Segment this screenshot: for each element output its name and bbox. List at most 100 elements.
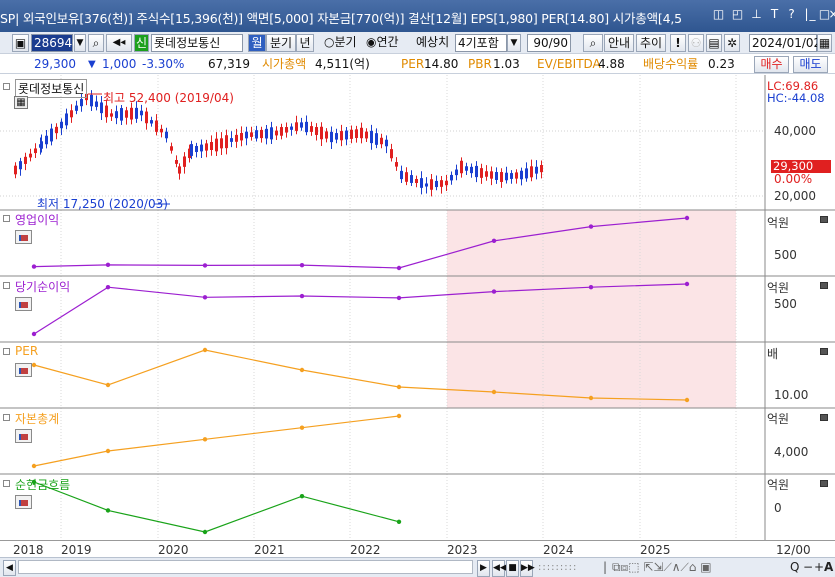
pane-settings-icon[interactable]	[15, 429, 32, 443]
window-icon-b[interactable]: ◰	[731, 7, 744, 21]
candle-body	[215, 138, 218, 152]
window-icon-a[interactable]: ◫	[712, 7, 725, 21]
x-label: 2018	[13, 543, 44, 557]
data-point	[202, 347, 208, 353]
ev-ebitda-label: EV/EBITDA	[537, 57, 601, 71]
x-label: 2019	[61, 543, 92, 557]
radio-quarter[interactable]: ○분기	[324, 34, 357, 52]
buy-button[interactable]: 매수	[754, 56, 789, 73]
pane-settings-icon[interactable]	[15, 230, 32, 244]
play-icon[interactable]: ▶▶	[520, 560, 535, 577]
candle-body	[520, 170, 523, 180]
info-button[interactable]: 안내	[604, 34, 634, 52]
candle-body	[470, 166, 473, 174]
candle-body	[350, 129, 353, 139]
search-icon[interactable]: ⌕	[88, 34, 104, 52]
candle-body	[34, 148, 37, 154]
stock-name-field[interactable]: 롯데정보통신	[151, 34, 243, 52]
layout-icon[interactable]: ▣	[12, 34, 29, 52]
scroll-right-icon[interactable]: ▶	[477, 560, 490, 577]
pbr-value: 1.03	[493, 57, 520, 71]
alert-icon[interactable]: !	[670, 34, 686, 52]
date-field[interactable]: 2024/01/02	[749, 34, 821, 52]
plus-icon[interactable]: +	[814, 560, 824, 575]
scrollbar-track[interactable]	[18, 560, 473, 574]
pane-marker[interactable]	[3, 83, 10, 90]
candle-body	[445, 180, 448, 186]
glasses-icon[interactable]: ⚇	[688, 34, 704, 52]
series-line	[33, 415, 400, 467]
x-label: 2021	[254, 543, 285, 557]
first-icon[interactable]: ◀◀	[492, 560, 507, 577]
pane-collapse-icon[interactable]	[820, 414, 828, 421]
candle-body	[485, 171, 488, 177]
code-dropdown-icon[interactable]: ▼	[74, 34, 86, 52]
candle-body	[165, 131, 168, 139]
trend-button[interactable]: 추이	[636, 34, 666, 52]
data-point	[396, 384, 402, 390]
candle-body	[505, 172, 508, 181]
candle-body	[90, 94, 93, 107]
pane-settings-icon[interactable]	[15, 363, 32, 377]
tab-month[interactable]: 월	[248, 34, 266, 52]
pane-settings-icon[interactable]	[15, 495, 32, 509]
pane-marker[interactable]	[3, 480, 10, 487]
pane-settings-icon[interactable]	[15, 297, 32, 311]
candle-body	[80, 99, 83, 107]
pane-unit: 억원	[767, 281, 790, 295]
per-value: 14.80	[424, 57, 459, 71]
new-stock-badge[interactable]: 신	[134, 34, 149, 52]
tab-year[interactable]: 년	[296, 34, 314, 52]
forecast-shade	[447, 210, 736, 408]
stop-icon[interactable]: ■	[506, 560, 519, 577]
chart-canvas[interactable]	[0, 75, 835, 540]
pane-collapse-icon[interactable]	[820, 282, 828, 289]
zoom-slider[interactable]: :::::::::	[538, 560, 577, 575]
stock-code-input[interactable]: 286940	[31, 34, 80, 52]
pane-marker[interactable]	[3, 414, 10, 421]
candle-body	[480, 168, 483, 178]
zoom-out-icon[interactable]: Q	[790, 560, 799, 575]
pane-marker[interactable]	[3, 282, 10, 289]
page-count-field[interactable]: 90/90	[527, 34, 571, 52]
sell-button[interactable]: 매도	[793, 56, 828, 73]
dividend-value: 0.23	[708, 57, 735, 71]
speaker-icon[interactable]: ◀◂	[106, 34, 132, 52]
bottom-scrollbar: ◀ ▶ ◀◀ ■ ▶▶ ::::::::: | ⧉⧈⬚ ⇱⇲⟋∧⟋⌂ ▣ Q −…	[0, 557, 835, 577]
close-icon[interactable]: ×	[827, 7, 835, 21]
pane-marker[interactable]	[3, 215, 10, 222]
pane-collapse-icon[interactable]	[820, 348, 828, 355]
data-point	[588, 224, 594, 229]
data-point	[396, 413, 402, 419]
pane-collapse-icon[interactable]	[820, 216, 828, 223]
zoom-icon[interactable]: ⌕	[583, 34, 603, 52]
grid-icon[interactable]: ▦	[14, 96, 28, 109]
tab-quarter[interactable]: 분기	[266, 34, 296, 52]
candle-body	[425, 183, 428, 187]
pin-icon[interactable]: ⊥	[750, 7, 763, 21]
candle-body	[330, 131, 333, 143]
pane-marker[interactable]	[3, 348, 10, 355]
pane-tick: 500	[774, 248, 797, 262]
current-pct-label: 0.00%	[774, 172, 813, 186]
gear-icon[interactable]: ✲	[724, 34, 740, 52]
candle-body	[235, 134, 238, 142]
help-icon[interactable]: ?	[785, 7, 798, 21]
font-icon[interactable]: T	[768, 7, 781, 21]
candle-body	[45, 135, 48, 145]
forecast-select[interactable]: 4기포함	[455, 34, 507, 52]
text-icon[interactable]: A	[824, 560, 833, 575]
candle-body	[300, 122, 303, 128]
forecast-dropdown-icon[interactable]: ▼	[507, 34, 521, 52]
pane-collapse-icon[interactable]	[820, 480, 828, 487]
candle-body	[200, 144, 203, 152]
radio-annual[interactable]: ◉연간	[366, 34, 399, 52]
calendar-icon[interactable]: ▦	[817, 34, 832, 52]
candle-body	[175, 159, 178, 164]
scroll-left-icon[interactable]: ◀	[3, 560, 16, 576]
minus-icon[interactable]: −	[803, 560, 813, 575]
tool-icons[interactable]: ⧉⧈⬚ ⇱⇲⟋∧⟋⌂ ▣	[612, 560, 712, 575]
save-icon[interactable]: ▤	[706, 34, 722, 52]
pane-title-equity: 자본총계	[15, 412, 60, 426]
data-point	[105, 382, 111, 388]
